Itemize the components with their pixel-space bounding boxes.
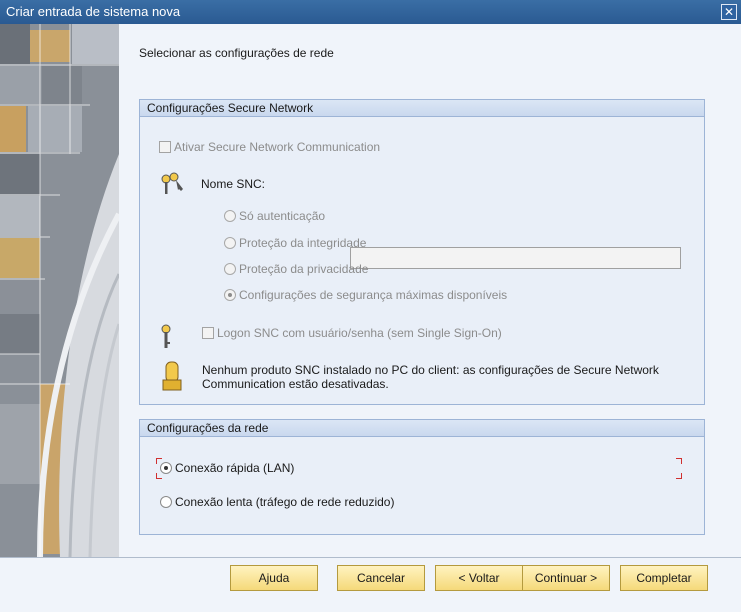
title-bar: Criar entrada de sistema nova ✕ [0,0,741,24]
network-group: Configurações da rede Conexão rápida (LA… [139,419,705,535]
radio-auth-only[interactable]: Só autenticação [224,209,325,223]
close-button[interactable]: ✕ [721,4,737,20]
radio-fast-connection-button[interactable] [160,462,172,474]
snc-logon-checkbox[interactable] [202,327,214,339]
radio-fast-connection-label: Conexão rápida (LAN) [175,461,295,475]
snc-logon-label: Logon SNC com usuário/senha (sem Single … [217,326,502,340]
keys-icon [161,172,183,194]
focus-corner-tr [676,458,682,464]
snc-logon-row [159,324,173,350]
window-title: Criar entrada de sistema nova [6,4,181,19]
help-button[interactable]: Ajuda [230,565,318,591]
warning-icon [162,361,182,391]
secure-network-group-title: Configurações Secure Network [140,100,704,117]
page-heading: Selecionar as configurações de rede [139,46,334,60]
activate-snc-label: Ativar Secure Network Communication [174,140,381,154]
snc-warning-line2: Communication estão desativadas. [202,377,389,391]
radio-fast-connection[interactable]: Conexão rápida (LAN) [160,461,294,475]
snc-logon-checkbox-row[interactable]: Logon SNC com usuário/senha (sem Single … [202,326,502,340]
radio-privacy[interactable]: Proteção da privacidade [224,262,368,276]
snc-warning-text: Nenhum produto SNC instalado no PC do cl… [202,363,659,391]
cancel-button[interactable]: Cancelar [337,565,425,591]
radio-max-security-label: Configurações de segurança máximas dispo… [239,288,508,302]
radio-privacy-label: Proteção da privacidade [239,262,369,276]
snc-warning-row [159,360,185,394]
wizard-content: Selecionar as configurações de rede Conf… [119,24,741,557]
building-graphic [0,24,119,557]
radio-slow-connection-label: Conexão lenta (tráfego de rede reduzido) [175,495,395,509]
snc-name-input[interactable] [350,247,681,269]
wizard-side-image [0,24,119,557]
radio-integrity[interactable]: Proteção da integridade [224,236,366,250]
radio-max-security[interactable]: Configurações de segurança máximas dispo… [224,288,507,302]
radio-max-security-button[interactable] [224,289,236,301]
back-button[interactable]: < Voltar [435,565,523,591]
radio-auth-only-button[interactable] [224,210,236,222]
finish-button[interactable]: Completar [620,565,708,591]
radio-slow-connection[interactable]: Conexão lenta (tráfego de rede reduzido) [160,495,394,509]
activate-snc-checkbox[interactable] [159,141,171,153]
radio-auth-only-label: Só autenticação [239,209,326,223]
snc-name-label: Nome SNC: [201,177,266,191]
network-group-title: Configurações da rede [140,420,704,437]
snc-name-row: Nome SNC: [159,171,265,197]
secure-network-group: Configurações Secure Network Ativar Secu… [139,99,705,405]
focus-corner-br [676,473,682,479]
activate-snc-checkbox-row[interactable]: Ativar Secure Network Communication [159,140,380,154]
button-bar: Ajuda Cancelar < Voltar Continuar > Comp… [0,557,741,612]
key-icon [161,324,171,348]
snc-warning-line1: Nenhum produto SNC instalado no PC do cl… [202,363,659,377]
next-button[interactable]: Continuar > [522,565,610,591]
radio-privacy-button[interactable] [224,263,236,275]
radio-integrity-button[interactable] [224,237,236,249]
radio-integrity-label: Proteção da integridade [239,236,367,250]
radio-slow-connection-button[interactable] [160,496,172,508]
